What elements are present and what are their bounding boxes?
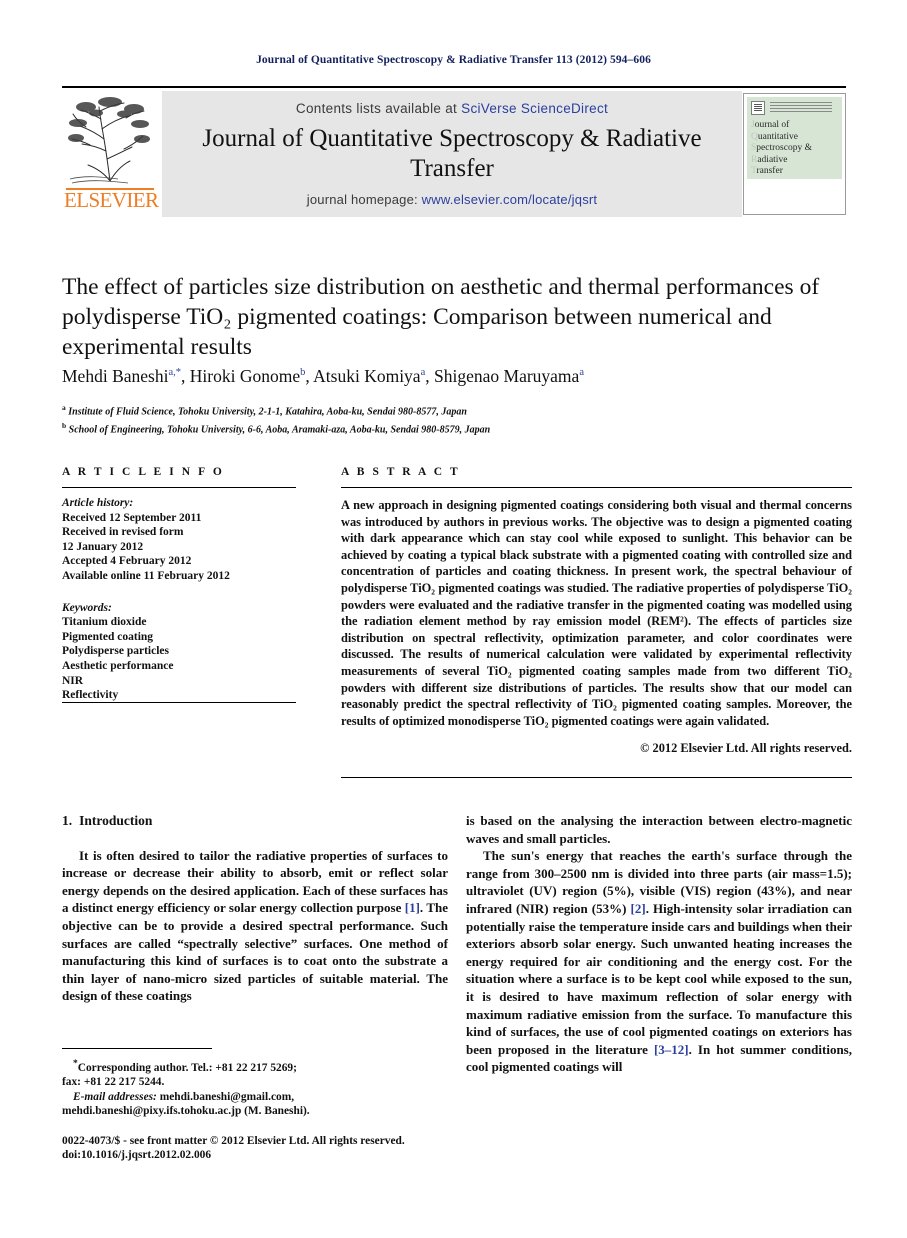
elsevier-tree-icon [68,97,150,184]
abstract-column: A B S T R A C T A new approach in design… [341,466,852,756]
section-heading-introduction: 1. Introduction [62,812,448,830]
author-1-marks: b [300,367,306,379]
paper-page: Journal of Quantitative Spectroscopy & R… [0,0,907,1238]
abstract-copyright: © 2012 Elsevier Ltd. All rights reserved… [640,741,852,756]
email-note-2: mehdi.baneshi@pixy.ifs.tohoku.ac.jp (M. … [62,1104,448,1118]
article-history-label: Article history: [62,497,134,509]
running-head: Journal of Quantitative Spectroscopy & R… [256,54,651,66]
body-column-right: is based on the analysing the interactio… [466,812,852,1076]
journal-homepage-line: journal homepage: www.elsevier.com/locat… [162,192,742,207]
imprint-doi[interactable]: doi:10.1016/j.jqsrt.2012.02.006 [62,1148,462,1162]
cover-line-1: uantitative [757,131,798,142]
corresponding-author-text: Corresponding author. Tel.: +81 22 217 5… [77,1061,297,1074]
cover-line-4: ransfer [756,166,783,176]
abstract-heading: A B S T R A C T [341,466,461,478]
paragraph-intro-2: The sun's energy that reaches the earth'… [466,847,852,1076]
contents-available-line: Contents lists available at SciVerse Sci… [162,101,742,116]
author-0-marks: a,* [168,367,181,379]
elsevier-wordmark: ELSEVIER [64,188,159,212]
affiliation-b-text: School of Engineering, Tohoku University… [68,424,491,436]
article-history-4: Available online 11 February 2012 [62,569,230,582]
cover-line-0: ournal of [754,120,790,130]
email-address-1[interactable]: mehdi.baneshi@gmail.com, [160,1091,294,1103]
citation-1[interactable]: [1] [405,900,420,915]
article-info-rule [62,487,296,488]
citation-2[interactable]: [2] [631,901,646,916]
cover-line-2: pectroscopy & [756,143,812,153]
author-list: Mehdi Baneshia,*, Hiroki Gonomeb, Atsuki… [62,366,584,386]
article-info-heading: A R T I C L E I N F O [62,466,225,478]
article-history-0: Received 12 September 2011 [62,511,202,524]
citation-3-12[interactable]: [3–12] [654,1042,689,1057]
corresponding-author-note: *Corresponding author. Tel.: +81 22 217 … [62,1057,448,1075]
elsevier-logo: ELSEVIER [62,91,159,217]
intro-1-text-b: . The objective can be to provide a desi… [62,900,449,1004]
journal-cover-thumbnail: Journal of Quantitative Spectroscopy & R… [743,93,846,215]
journal-title: Journal of Quantitative Spectroscopy & R… [202,125,702,182]
email-note: E-mail addresses: mehdi.baneshi@gmail.co… [62,1090,448,1104]
abstract-bottom-rule [341,777,852,778]
keyword-3: Aesthetic performance [62,659,174,672]
affiliations: a Institute of Fluid Science, Tohoku Uni… [62,401,852,437]
keywords-label: Keywords: [62,601,112,614]
footnote-rule [62,1048,212,1049]
article-history-1: Received in revised form [62,526,184,539]
abstract-rule [341,487,852,488]
imprint-block: 0022-4073/$ - see front matter © 2012 El… [62,1134,462,1163]
cover-publisher-mark-icon [751,101,765,115]
contents-prefix: Contents lists available at [295,101,462,116]
article-history: Article history: Received 12 September 2… [62,496,296,584]
homepage-prefix: journal homepage: [306,192,422,207]
intro-2-text-b: . High-intensity solar irradiation can p… [466,900,852,1057]
intro-1-text-a: It is often desired to tailor the radiat… [62,847,448,916]
article-history-3: Accepted 4 February 2012 [62,555,192,568]
author-3: Shigenao Maruyama [434,366,580,386]
homepage-link[interactable]: www.elsevier.com/locate/jqsrt [422,192,598,207]
section-number: 1. [62,813,73,828]
keyword-2: Polydisperse particles [62,645,169,658]
paragraph-intro-continued: is based on the analysing the interactio… [466,813,852,846]
journal-masthead: ELSEVIER Contents lists available at Sci… [62,86,846,217]
author-0: Mehdi Baneshi [62,366,169,386]
author-2-marks: a [420,367,426,379]
cover-dropcap-1: Q [751,131,758,142]
keywords-block: Keywords: Titanium dioxide Pigmented coa… [62,601,296,703]
paragraph-intro-1: It is often desired to tailor the radiat… [62,847,448,1005]
article-title: The effect of particles size distributio… [62,274,820,360]
masthead-band: Contents lists available at SciVerse Sci… [162,91,742,217]
author-1: Hiroki Gonome [189,366,301,386]
affiliation-a: a Institute of Fluid Science, Tohoku Uni… [62,401,852,419]
imprint-front-matter: 0022-4073/$ - see front matter © 2012 El… [62,1135,405,1147]
affiliation-b-mark: b [62,420,67,430]
author-2: Atsuki Komiya [313,366,421,386]
footnote-block: *Corresponding author. Tel.: +81 22 217 … [62,1057,448,1118]
cover-title: Journal of Quantitative Spectroscopy & R… [751,120,841,178]
abstract-text: A new approach in designing pigmented co… [341,498,852,728]
body-column-left: 1. Introduction It is often desired to ta… [62,812,448,1005]
email-address-2[interactable]: mehdi.baneshi@pixy.ifs.tohoku.ac.jp (M. … [62,1105,310,1117]
keyword-1: Pigmented coating [62,630,154,643]
sciencedirect-link[interactable]: SciVerse ScienceDirect [461,101,608,116]
affiliation-b: b School of Engineering, Tohoku Universi… [62,419,852,437]
author-3-marks: a [579,367,584,379]
affiliation-a-text: Institute of Fluid Science, Tohoku Unive… [68,406,467,418]
keyword-5: Reflectivity [62,689,119,702]
section-title: Introduction [79,813,153,828]
affiliation-a-mark: a [62,403,66,412]
article-history-2: 12 January 2012 [62,540,144,553]
cover-header-lines [770,102,832,112]
email-label: E-mail addresses: [73,1090,157,1103]
article-info-column: A R T I C L E I N F O Article history: R… [62,466,296,703]
article-info-bottom-rule [62,702,296,703]
cover-line-3: adiative [757,154,788,165]
keyword-0: Titanium dioxide [62,616,147,629]
fax-note: fax: +81 22 217 5244. [62,1076,165,1089]
keyword-4: NIR [62,674,84,687]
